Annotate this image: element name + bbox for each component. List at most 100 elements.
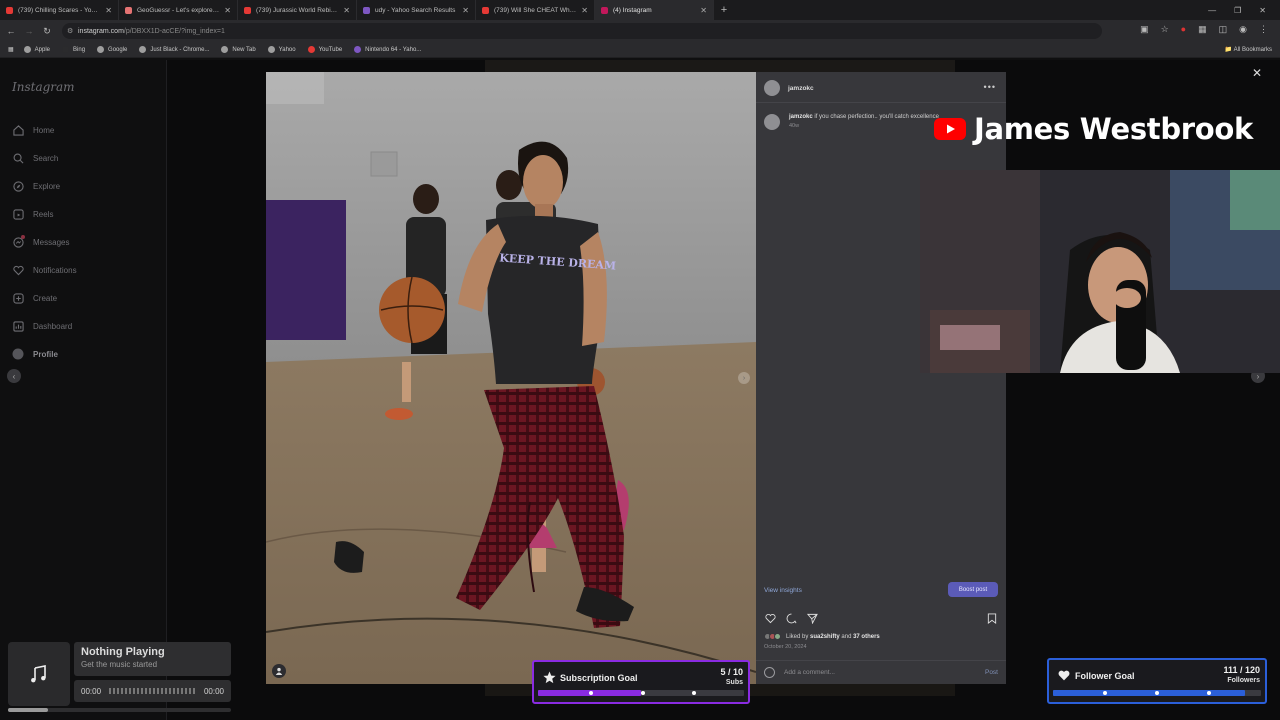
- bookmark-item[interactable]: YouTube: [307, 46, 342, 53]
- bookmark-favicon-icon: [139, 46, 147, 53]
- music-info: Nothing Playing Get the music started: [74, 642, 231, 676]
- profile-icon[interactable]: ◉: [1239, 24, 1247, 35]
- liked-and: and: [841, 633, 852, 640]
- bookmark-item[interactable]: Google: [97, 46, 127, 53]
- share-send-icon[interactable]: [806, 612, 818, 624]
- sidebar-item-search[interactable]: Search: [12, 144, 77, 172]
- view-insights-link[interactable]: View insights: [764, 587, 802, 594]
- music-subtitle: Get the music started: [81, 660, 158, 669]
- bookmark-save-icon[interactable]: [986, 612, 998, 624]
- post-actions: [764, 612, 818, 624]
- caption-username[interactable]: jamzokc: [789, 114, 813, 120]
- sidebar-item-notifications[interactable]: Notifications: [12, 256, 77, 284]
- window-controls: — ❐ ✕: [1208, 0, 1280, 20]
- instagram-logo[interactable]: Instagram: [12, 80, 75, 94]
- back-button[interactable]: ←: [2, 26, 20, 36]
- tab-close-icon[interactable]: ✕: [581, 6, 588, 15]
- comment-input[interactable]: Add a comment...: [784, 669, 835, 676]
- sidebar-item-label: Messages: [33, 237, 70, 247]
- author-username[interactable]: jamzokc: [788, 85, 814, 92]
- sidebar-item-profile[interactable]: Profile: [12, 340, 77, 368]
- music-title: Nothing Playing: [81, 646, 165, 658]
- new-tab-button[interactable]: +: [714, 4, 734, 16]
- tab-favicon-icon: [6, 6, 13, 14]
- webcam-feed: [920, 170, 1280, 373]
- music-widget-icon-box: [8, 642, 70, 706]
- bookmark-favicon-icon: [354, 46, 362, 53]
- sidepanel-icon[interactable]: ◫: [1219, 24, 1228, 35]
- browser-tab[interactable]: (4) Instagram ✕: [595, 0, 714, 20]
- close-window-button[interactable]: ✕: [1259, 6, 1266, 15]
- music-time-start: 00:00: [81, 686, 102, 696]
- close-modal-icon[interactable]: ✕: [1252, 66, 1262, 80]
- bookmark-item[interactable]: New Tab: [221, 46, 256, 53]
- all-bookmarks-button[interactable]: 📁 All Bookmarks: [1225, 46, 1272, 53]
- bookmark-item[interactable]: Just Black - Chrome...: [139, 46, 209, 53]
- tab-close-icon[interactable]: ✕: [462, 6, 469, 15]
- sidebar-item-dashboard[interactable]: Dashboard: [12, 312, 77, 340]
- caption-avatar[interactable]: [764, 114, 780, 130]
- browser-tab[interactable]: (739) Will She CHEAT While He ✕: [476, 0, 595, 20]
- browser-tab[interactable]: udy - Yahoo Search Results ✕: [357, 0, 476, 20]
- apps-grid-icon[interactable]: ▦: [8, 46, 14, 53]
- tagged-user-icon[interactable]: [272, 664, 286, 678]
- comment-icon[interactable]: [785, 612, 797, 624]
- emoji-icon[interactable]: [764, 667, 775, 678]
- browser-tab[interactable]: (739) Chilling Scares - YouTube ✕: [0, 0, 119, 20]
- browser-tab[interactable]: GeoGuessr - Let's explore the w ✕: [119, 0, 238, 20]
- site-info-icon[interactable]: ⚙: [67, 27, 73, 35]
- sidebar-item-label: Reels: [33, 209, 54, 219]
- tab-favicon-icon: [601, 6, 608, 14]
- sidebar-item-explore[interactable]: Explore: [12, 172, 77, 200]
- minimize-button[interactable]: —: [1208, 6, 1216, 15]
- tab-close-icon[interactable]: ✕: [700, 6, 707, 15]
- menu-icon[interactable]: ⋮: [1259, 24, 1268, 35]
- post-comment-button[interactable]: Post: [985, 669, 998, 676]
- avatar-icon: [12, 348, 24, 360]
- post-photo[interactable]: KEEP THE DREAM: [266, 72, 756, 684]
- bookmark-item[interactable]: Yahoo: [267, 46, 296, 53]
- author-avatar[interactable]: [764, 80, 780, 96]
- bookmark-favicon-icon: [23, 46, 31, 53]
- caption-text: if you chase perfection.. you'll catch e…: [814, 114, 939, 120]
- heart-hand-icon: [1057, 668, 1071, 682]
- boost-post-button[interactable]: Boost post: [948, 582, 998, 597]
- forward-button[interactable]: →: [20, 26, 38, 36]
- liker-avatar: [774, 633, 781, 640]
- tab-close-icon[interactable]: ✕: [105, 6, 112, 15]
- sidebar-item-create[interactable]: Create: [12, 284, 77, 312]
- tab-list: (739) Chilling Scares - YouTube ✕ GeoGuess…: [0, 0, 714, 20]
- more-options-icon[interactable]: •••: [984, 82, 996, 92]
- sidebar-item-home[interactable]: Home: [12, 116, 77, 144]
- like-heart-icon[interactable]: [764, 612, 776, 624]
- bookmark-favicon-icon: [62, 46, 70, 53]
- liked-user-link[interactable]: sua2shifty: [810, 634, 840, 640]
- cast-icon[interactable]: ▣: [1140, 24, 1149, 35]
- subscription-goal-unit: Subs: [725, 679, 743, 686]
- url-field[interactable]: ⚙ instagram.com/p/DBXX1D-acCE/?img_index…: [62, 23, 1102, 39]
- music-note-icon: [31, 665, 46, 683]
- search-icon: [12, 152, 24, 164]
- browser-tab[interactable]: (739) Jurassic World Rebirth | Th ✕: [238, 0, 357, 20]
- liked-others-link[interactable]: 37 others: [853, 634, 880, 640]
- bookmark-favicon-icon: [307, 46, 315, 53]
- browser-tab-bar: (739) Chilling Scares - YouTube ✕ GeoGuess…: [0, 0, 1280, 20]
- all-bookmarks-label: All Bookmarks: [1233, 47, 1272, 53]
- bookmark-label: Apple: [34, 46, 51, 53]
- tab-close-icon[interactable]: ✕: [224, 6, 231, 15]
- music-time-end: 00:00: [203, 686, 224, 696]
- bookmark-item[interactable]: Apple: [23, 46, 51, 53]
- bookmark-label: New Tab: [232, 46, 256, 53]
- bookmark-star-icon[interactable]: ☆: [1161, 24, 1169, 35]
- bookmark-item[interactable]: Nintendo 64 - Yaho...: [354, 46, 421, 53]
- reload-button[interactable]: ↻: [38, 26, 56, 37]
- next-image-button[interactable]: ›: [738, 372, 750, 384]
- extensions-icon[interactable]: ▦: [1198, 24, 1207, 35]
- restore-button[interactable]: ❐: [1234, 6, 1241, 15]
- sidebar-item-reels[interactable]: Reels: [12, 200, 77, 228]
- extension-record-icon[interactable]: ●: [1181, 24, 1186, 35]
- sidebar-item-messages[interactable]: Messages: [12, 228, 77, 256]
- previous-post-arrow-icon[interactable]: ‹: [7, 369, 21, 383]
- tab-close-icon[interactable]: ✕: [343, 6, 350, 15]
- bookmark-item[interactable]: Bing: [62, 46, 85, 53]
